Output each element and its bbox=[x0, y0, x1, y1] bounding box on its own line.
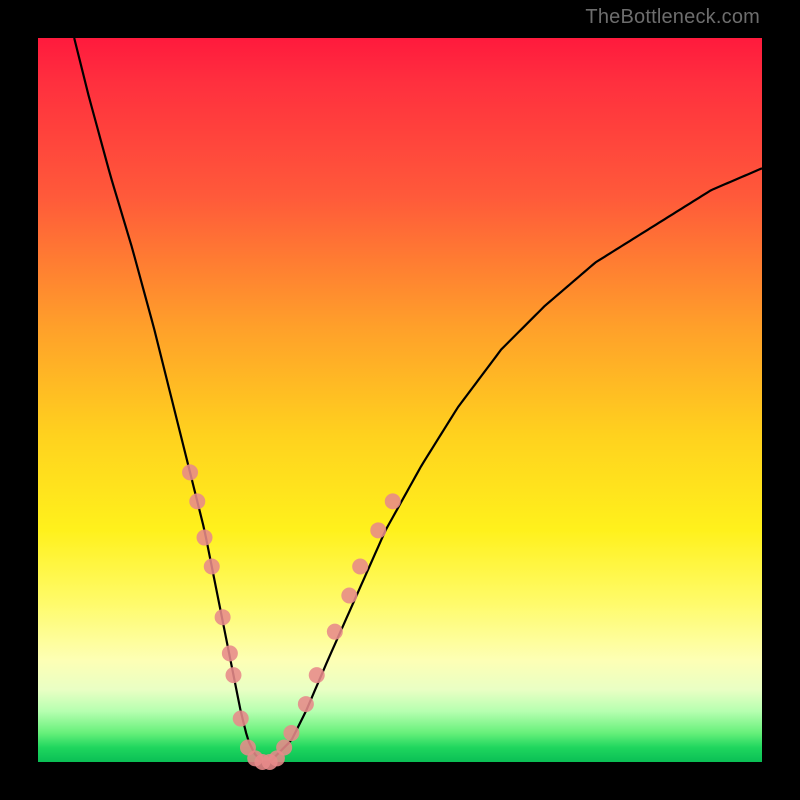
marker-point bbox=[189, 493, 205, 509]
watermark-text: TheBottleneck.com bbox=[585, 6, 760, 29]
marker-point bbox=[222, 645, 238, 661]
marker-point bbox=[298, 696, 314, 712]
marker-point bbox=[182, 464, 198, 480]
curve-svg bbox=[38, 38, 762, 762]
plot-area bbox=[38, 38, 762, 762]
marker-point bbox=[283, 725, 299, 741]
marker-point bbox=[276, 740, 292, 756]
bottleneck-curve bbox=[74, 38, 762, 762]
marker-point bbox=[352, 559, 368, 575]
marker-point bbox=[341, 587, 357, 603]
chart-frame: TheBottleneck.com bbox=[0, 0, 800, 800]
marker-group bbox=[182, 464, 401, 770]
marker-point bbox=[215, 609, 231, 625]
marker-point bbox=[204, 559, 220, 575]
marker-point bbox=[197, 530, 213, 546]
marker-point bbox=[233, 711, 249, 727]
marker-point bbox=[225, 667, 241, 683]
marker-point bbox=[309, 667, 325, 683]
marker-point bbox=[385, 493, 401, 509]
marker-point bbox=[370, 522, 386, 538]
marker-point bbox=[327, 624, 343, 640]
